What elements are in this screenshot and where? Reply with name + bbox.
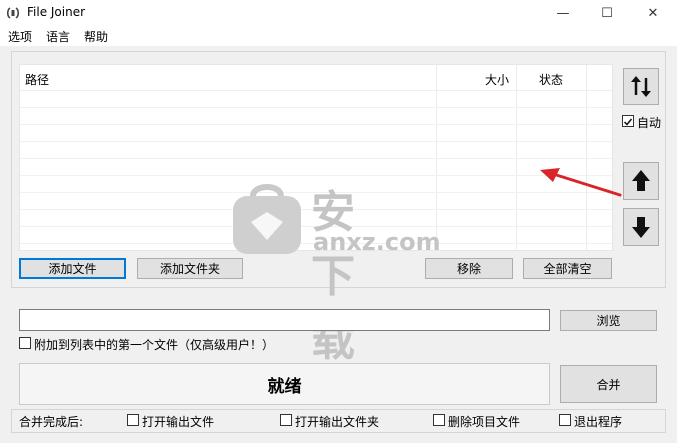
watermark-bag-icon bbox=[233, 184, 301, 254]
menu-help[interactable]: 帮助 bbox=[84, 28, 108, 45]
open-output-folder-checkbox[interactable] bbox=[280, 414, 292, 426]
menu-options[interactable]: 选项 bbox=[8, 28, 32, 45]
watermark-domain: anxz.com bbox=[313, 228, 441, 256]
add-folder-button[interactable]: 添加文件夹 bbox=[137, 258, 243, 279]
title-bar: File Joiner — ☐ ✕ bbox=[0, 0, 677, 26]
exit-program-label: 退出程序 bbox=[574, 415, 623, 429]
menu-language[interactable]: 语言 bbox=[46, 28, 70, 45]
row-divider bbox=[20, 107, 612, 108]
append-to-first-file-label: 附加到列表中的第一个文件（仅高级用户！） bbox=[34, 338, 275, 352]
status-display: 就绪 bbox=[19, 363, 550, 405]
arrow-down-icon bbox=[632, 217, 650, 238]
column-header-path[interactable]: 路径 bbox=[25, 71, 49, 88]
open-output-folder-label: 打开输出文件夹 bbox=[295, 415, 380, 429]
sort-button[interactable] bbox=[623, 68, 659, 105]
add-file-button[interactable]: 添加文件 bbox=[19, 258, 126, 279]
menu-bar: 选项 语言 帮助 bbox=[0, 26, 677, 46]
merge-button[interactable]: 合并 bbox=[560, 365, 657, 403]
after-merge-label: 合并完成后: bbox=[19, 415, 84, 429]
sort-arrows-icon bbox=[631, 76, 651, 97]
browse-button[interactable]: 浏览 bbox=[560, 310, 657, 331]
annotation-arrow-icon bbox=[540, 168, 622, 197]
auto-checkbox[interactable] bbox=[622, 115, 634, 127]
move-up-button[interactable] bbox=[623, 162, 659, 200]
window-title: File Joiner bbox=[27, 5, 86, 19]
column-header-status[interactable]: 状态 bbox=[539, 71, 563, 88]
row-divider bbox=[20, 141, 612, 142]
open-output-file-checkbox[interactable] bbox=[127, 414, 139, 426]
minimize-button[interactable]: — bbox=[540, 0, 586, 26]
delete-project-file-label: 删除项目文件 bbox=[448, 415, 521, 429]
watermark: 安下载 anxz.com bbox=[229, 178, 441, 366]
maximize-button[interactable]: ☐ bbox=[584, 0, 630, 26]
auto-label: 自动 bbox=[637, 116, 662, 130]
file-list-header bbox=[20, 65, 612, 91]
checkmark-icon bbox=[623, 118, 633, 126]
output-path-input[interactable] bbox=[19, 309, 550, 331]
remove-button[interactable]: 移除 bbox=[425, 258, 513, 279]
append-to-first-file-checkbox[interactable] bbox=[19, 337, 31, 349]
move-down-button[interactable] bbox=[623, 208, 659, 246]
exit-program-checkbox[interactable] bbox=[559, 414, 571, 426]
watermark-text: 安下载 bbox=[311, 187, 357, 366]
delete-project-file-checkbox[interactable] bbox=[433, 414, 445, 426]
clear-all-button[interactable]: 全部清空 bbox=[523, 258, 612, 279]
row-divider bbox=[20, 124, 612, 125]
column-header-size[interactable]: 大小 bbox=[485, 71, 509, 88]
row-divider bbox=[20, 158, 612, 159]
close-button[interactable]: ✕ bbox=[630, 0, 676, 26]
open-output-file-label: 打开输出文件 bbox=[142, 415, 215, 429]
app-icon bbox=[6, 7, 20, 19]
arrow-up-icon bbox=[632, 170, 650, 191]
